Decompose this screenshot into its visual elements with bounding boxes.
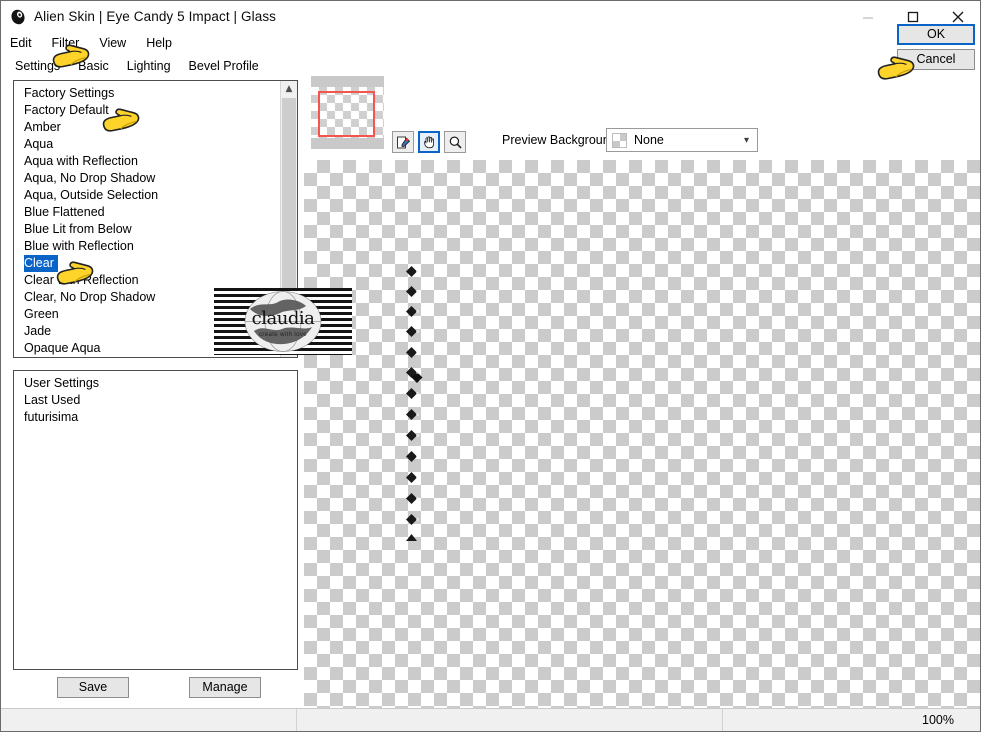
- navigator-thumbnail[interactable]: [311, 76, 384, 149]
- color-picker-tool-icon[interactable]: [392, 131, 414, 153]
- list-item[interactable]: Aqua, No Drop Shadow: [14, 170, 281, 187]
- action-buttons: OK Cancel: [897, 24, 975, 70]
- navigator-viewport-frame[interactable]: [318, 91, 375, 137]
- minimize-icon[interactable]: [845, 1, 890, 32]
- tab-lighting[interactable]: Lighting: [117, 57, 180, 76]
- save-button[interactable]: Save: [57, 676, 129, 698]
- factory-list-scrollbar[interactable]: ▲ ▼: [280, 81, 297, 357]
- list-item[interactable]: Clear, No Drop Shadow: [14, 289, 281, 306]
- title-bar: Alien Skin | Eye Candy 5 Impact | Glass: [1, 1, 980, 32]
- window-title: Alien Skin | Eye Candy 5 Impact | Glass: [34, 9, 277, 24]
- list-item[interactable]: futurisima: [14, 409, 297, 426]
- factory-settings-items: Factory Settings Factory Default Amber A…: [14, 81, 281, 357]
- list-item[interactable]: Clear with Reflection: [14, 272, 281, 289]
- menu-item-filter[interactable]: Filter: [52, 36, 91, 50]
- preview-background-select[interactable]: None ▾: [606, 128, 758, 152]
- list-item[interactable]: Blue Flattened: [14, 204, 281, 221]
- scroll-up-arrow-icon[interactable]: ▲: [281, 81, 297, 97]
- user-settings-items: User Settings Last Used futurisima: [14, 371, 297, 669]
- list-item-selected[interactable]: Clear: [14, 255, 281, 272]
- ok-button[interactable]: OK: [897, 24, 975, 45]
- cancel-button[interactable]: Cancel: [897, 49, 975, 70]
- settings-button-row: Save Manage: [13, 670, 298, 704]
- preview-background-swatch-icon: [612, 132, 627, 148]
- list-item[interactable]: Aqua, Outside Selection: [14, 187, 281, 204]
- user-settings-listbox[interactable]: User Settings Last Used futurisima: [13, 370, 298, 670]
- settings-pane: Factory Settings Factory Default Amber A…: [1, 76, 304, 708]
- tab-settings[interactable]: Settings: [6, 57, 70, 76]
- tab-bevel-profile[interactable]: Bevel Profile: [179, 57, 268, 76]
- list-item-header: Factory Settings: [24, 86, 115, 100]
- list-item-header: User Settings: [24, 376, 100, 390]
- preview-background-value: None: [634, 133, 664, 147]
- application-window: Alien Skin | Eye Candy 5 Impact | Glass …: [0, 0, 981, 732]
- chevron-down-icon[interactable]: ▾: [744, 135, 749, 146]
- preview-canvas[interactable]: [304, 160, 980, 708]
- manage-button[interactable]: Manage: [189, 676, 261, 698]
- scroll-down-arrow-icon[interactable]: ▼: [281, 341, 297, 357]
- preview-pane: Preview Background: None ▾: [304, 76, 980, 708]
- glass-effect-artwork: [400, 264, 434, 552]
- status-bar: 100%: [1, 708, 980, 731]
- list-item[interactable]: Factory Default: [14, 102, 281, 119]
- menu-item-edit[interactable]: Edit: [10, 36, 43, 50]
- status-separator: [296, 709, 297, 731]
- preview-toolbar: [392, 131, 466, 153]
- scrollbar-thumb[interactable]: [282, 98, 296, 311]
- tab-strip: Settings Basic Lighting Bevel Profile: [1, 54, 980, 76]
- list-item[interactable]: Blue with Reflection: [14, 238, 281, 255]
- list-item[interactable]: Jade: [14, 323, 281, 340]
- window-body: Factory Settings Factory Default Amber A…: [1, 76, 980, 708]
- zoom-tool-icon[interactable]: [444, 131, 466, 153]
- list-item[interactable]: Aqua: [14, 136, 281, 153]
- tab-basic[interactable]: Basic: [69, 57, 118, 76]
- hand-pan-tool-icon[interactable]: [418, 131, 440, 153]
- list-item[interactable]: Opaque Aqua: [14, 340, 281, 357]
- artwork-dots: [406, 266, 423, 541]
- menu-bar: Edit Filter View Help: [1, 32, 980, 54]
- zoom-level-indicator: 100%: [922, 713, 954, 727]
- list-item[interactable]: Green: [14, 306, 281, 323]
- preview-background-label: Preview Background:: [502, 133, 621, 147]
- menu-item-view[interactable]: View: [99, 36, 137, 50]
- status-separator: [722, 709, 723, 731]
- factory-settings-listbox[interactable]: Factory Settings Factory Default Amber A…: [13, 80, 298, 358]
- list-item[interactable]: Last Used: [14, 392, 297, 409]
- list-item-selected-label: Clear: [24, 255, 58, 272]
- list-item[interactable]: Blue Lit from Below: [14, 221, 281, 238]
- alienskin-logo-icon: [9, 8, 27, 26]
- list-item[interactable]: Amber: [14, 119, 281, 136]
- list-item[interactable]: Aqua with Reflection: [14, 153, 281, 170]
- menu-item-help[interactable]: Help: [146, 36, 183, 50]
